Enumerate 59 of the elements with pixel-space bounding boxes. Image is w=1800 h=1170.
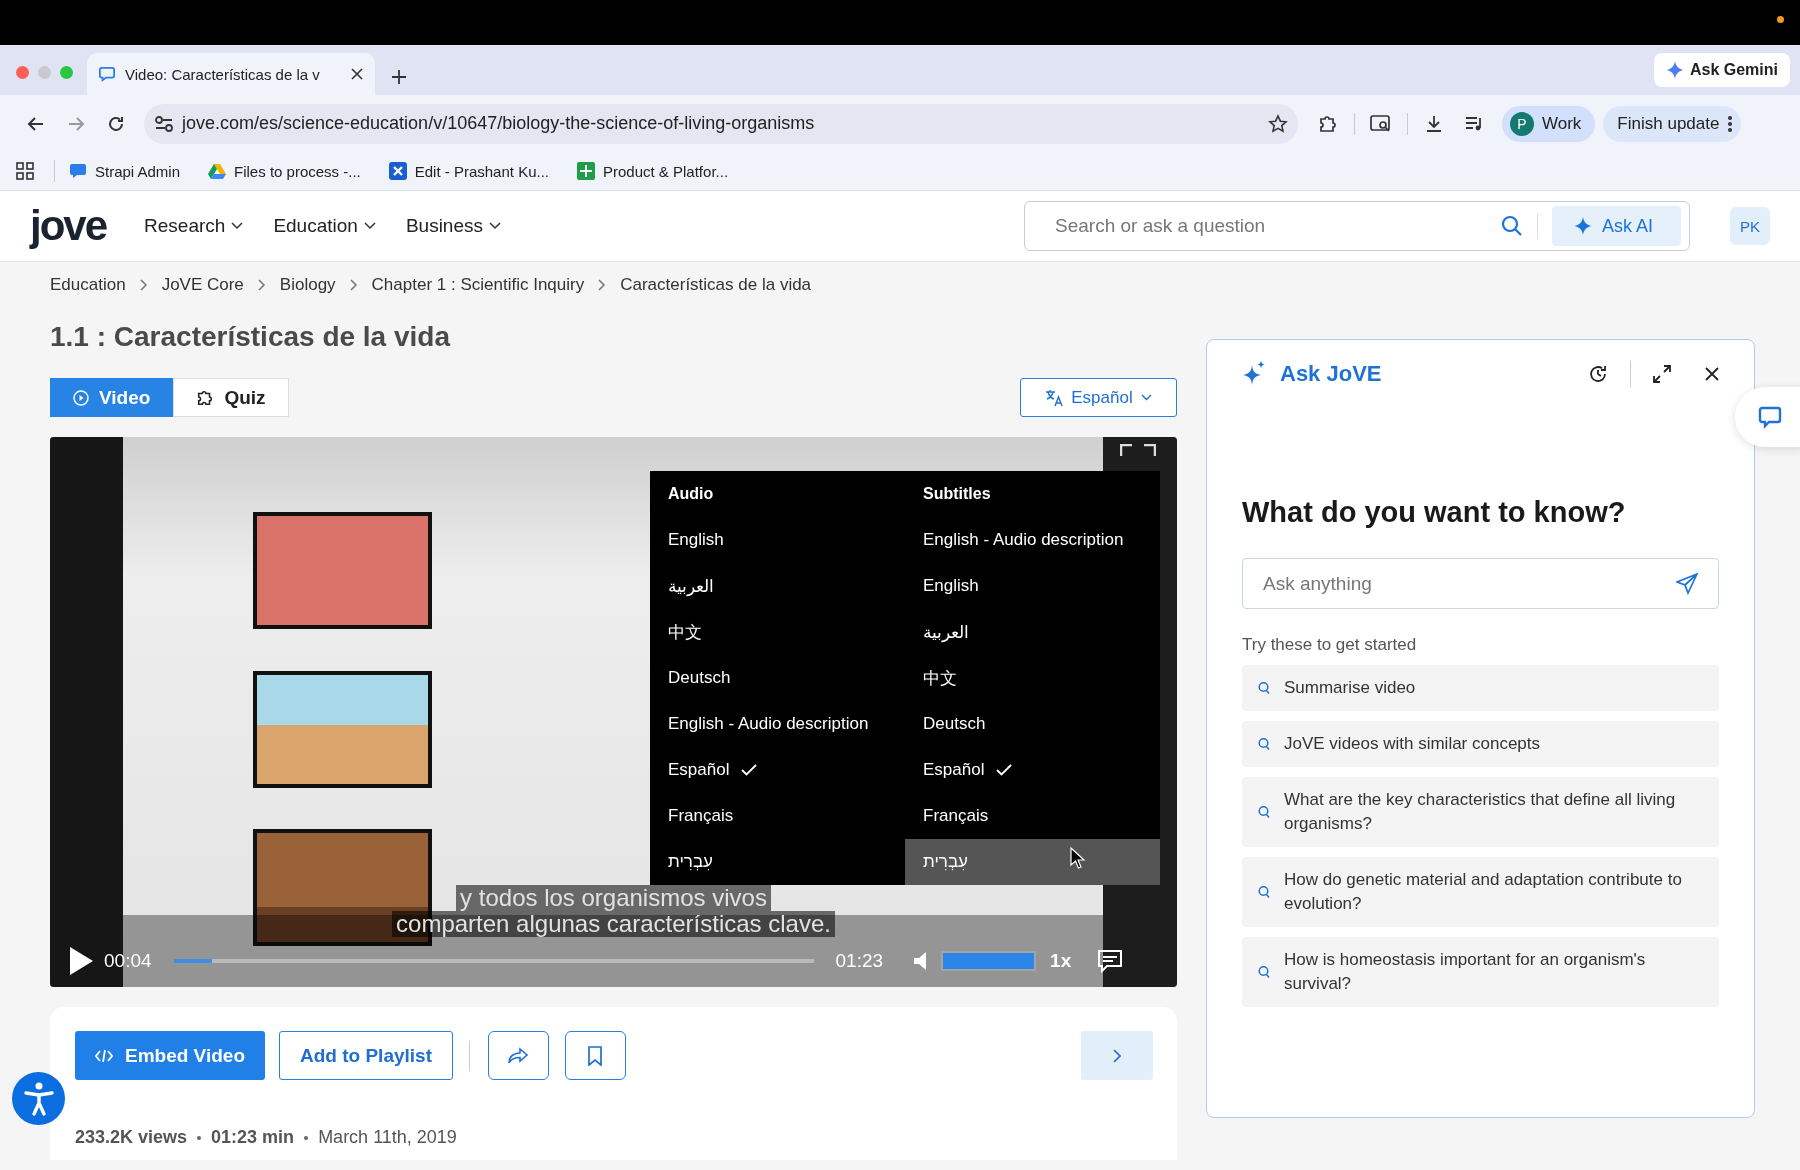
breadcrumb-link[interactable]: JoVE Core bbox=[161, 275, 244, 295]
suggestion-item[interactable]: How is homeostasis important for an organism's survival? bbox=[1242, 937, 1719, 1007]
breadcrumb-link[interactable]: Chapter 1 : Scientific Inquiry bbox=[371, 275, 585, 295]
menu-item[interactable]: 中文 bbox=[650, 609, 905, 655]
suggestions-label: Try these to get started bbox=[1242, 635, 1418, 655]
video-length: 01:23 min bbox=[211, 1127, 295, 1148]
menu-heading: Audio bbox=[667, 484, 715, 504]
menu-item[interactable]: Español bbox=[650, 747, 905, 793]
finish-update-button[interactable]: Finish update bbox=[1603, 105, 1742, 142]
ask-gemini-button[interactable]: Ask Gemini bbox=[1653, 53, 1790, 87]
page-title: 1.1 : Características de la vida bbox=[50, 320, 452, 354]
ask-input[interactable]: Ask anything bbox=[1242, 558, 1719, 609]
logo[interactable]: jove bbox=[30, 205, 107, 247]
menu-item[interactable]: עִבְרִית bbox=[650, 839, 905, 885]
suggestion-item[interactable]: How do genetic material and adaptation contribute to evolution? bbox=[1242, 857, 1719, 927]
view-count: 233.2K views bbox=[75, 1127, 188, 1148]
bookmark[interactable]: Product & Platfor... bbox=[577, 162, 729, 180]
language-dropdown[interactable]: Español bbox=[1020, 378, 1177, 417]
panel-heading: What do you want to know? bbox=[1242, 495, 1627, 530]
user-avatar[interactable]: PK bbox=[1730, 207, 1770, 245]
address-bar[interactable]: jove.com/es/science-education/v/10647/biology-the-science-of-living-organisms bbox=[144, 103, 1298, 144]
search-field[interactable]: Search or ask a question Ask AI bbox=[1024, 201, 1690, 251]
nav-menu[interactable]: Education bbox=[273, 215, 376, 237]
bookmark[interactable]: Edit - Prashant Ku... bbox=[388, 162, 549, 180]
menu-item[interactable]: English bbox=[905, 563, 1160, 609]
nav-menu[interactable]: Research bbox=[144, 215, 244, 237]
view-tab[interactable]: Video bbox=[50, 378, 174, 417]
menu-item[interactable]: العربية bbox=[650, 563, 905, 609]
bookmark[interactable]: Files to process -... bbox=[208, 162, 361, 180]
menu-item[interactable]: עִבְרִית bbox=[905, 839, 1160, 885]
menu-heading: Subtitles bbox=[922, 484, 992, 504]
breadcrumb-link[interactable]: Biology bbox=[279, 275, 336, 295]
suggestion-item[interactable]: Summarise video bbox=[1242, 665, 1719, 711]
menu-item[interactable]: Deutsch bbox=[905, 701, 1160, 747]
ask-ai-button[interactable]: Ask AI bbox=[1551, 206, 1681, 246]
menu-item[interactable]: English bbox=[650, 517, 905, 563]
menu-item[interactable]: Español bbox=[905, 747, 1160, 793]
menu-item[interactable]: 中文 bbox=[905, 655, 1160, 701]
profile-button[interactable]: P Work bbox=[1502, 105, 1596, 142]
duration: 01:23 bbox=[835, 950, 884, 972]
breadcrumb-link[interactable]: Education bbox=[50, 275, 126, 295]
tab-title: Video: Características de la v bbox=[125, 65, 321, 83]
view-tab[interactable]: Quiz bbox=[173, 378, 289, 417]
suggestion-item[interactable]: What are the key characteristics that define all living organisms? bbox=[1242, 777, 1719, 847]
menu-item[interactable]: العربية bbox=[905, 609, 1160, 655]
panel-title: Ask JoVE bbox=[1280, 361, 1382, 387]
playlist-button[interactable]: Add to Playlist bbox=[279, 1031, 453, 1080]
suggestion-item[interactable]: JoVE videos with similar concepts bbox=[1242, 721, 1719, 767]
nav-menu[interactable]: Business bbox=[405, 215, 501, 237]
breadcrumb-link[interactable]: Características de la vida bbox=[620, 275, 812, 295]
bookmark[interactable]: Strapi Admin bbox=[69, 162, 181, 180]
menu-item[interactable]: Français bbox=[905, 793, 1160, 839]
publish-date: March 11th, 2019 bbox=[318, 1127, 457, 1148]
menu-item[interactable]: Deutsch bbox=[650, 655, 905, 701]
browser-tab[interactable]: Video: Características de la v bbox=[87, 53, 375, 95]
menu-item[interactable]: English - Audio description bbox=[650, 701, 905, 747]
embed-button[interactable]: Embed Video bbox=[75, 1031, 265, 1080]
menu-item[interactable]: English - Audio description bbox=[905, 517, 1160, 563]
menu-item[interactable]: Français bbox=[650, 793, 905, 839]
